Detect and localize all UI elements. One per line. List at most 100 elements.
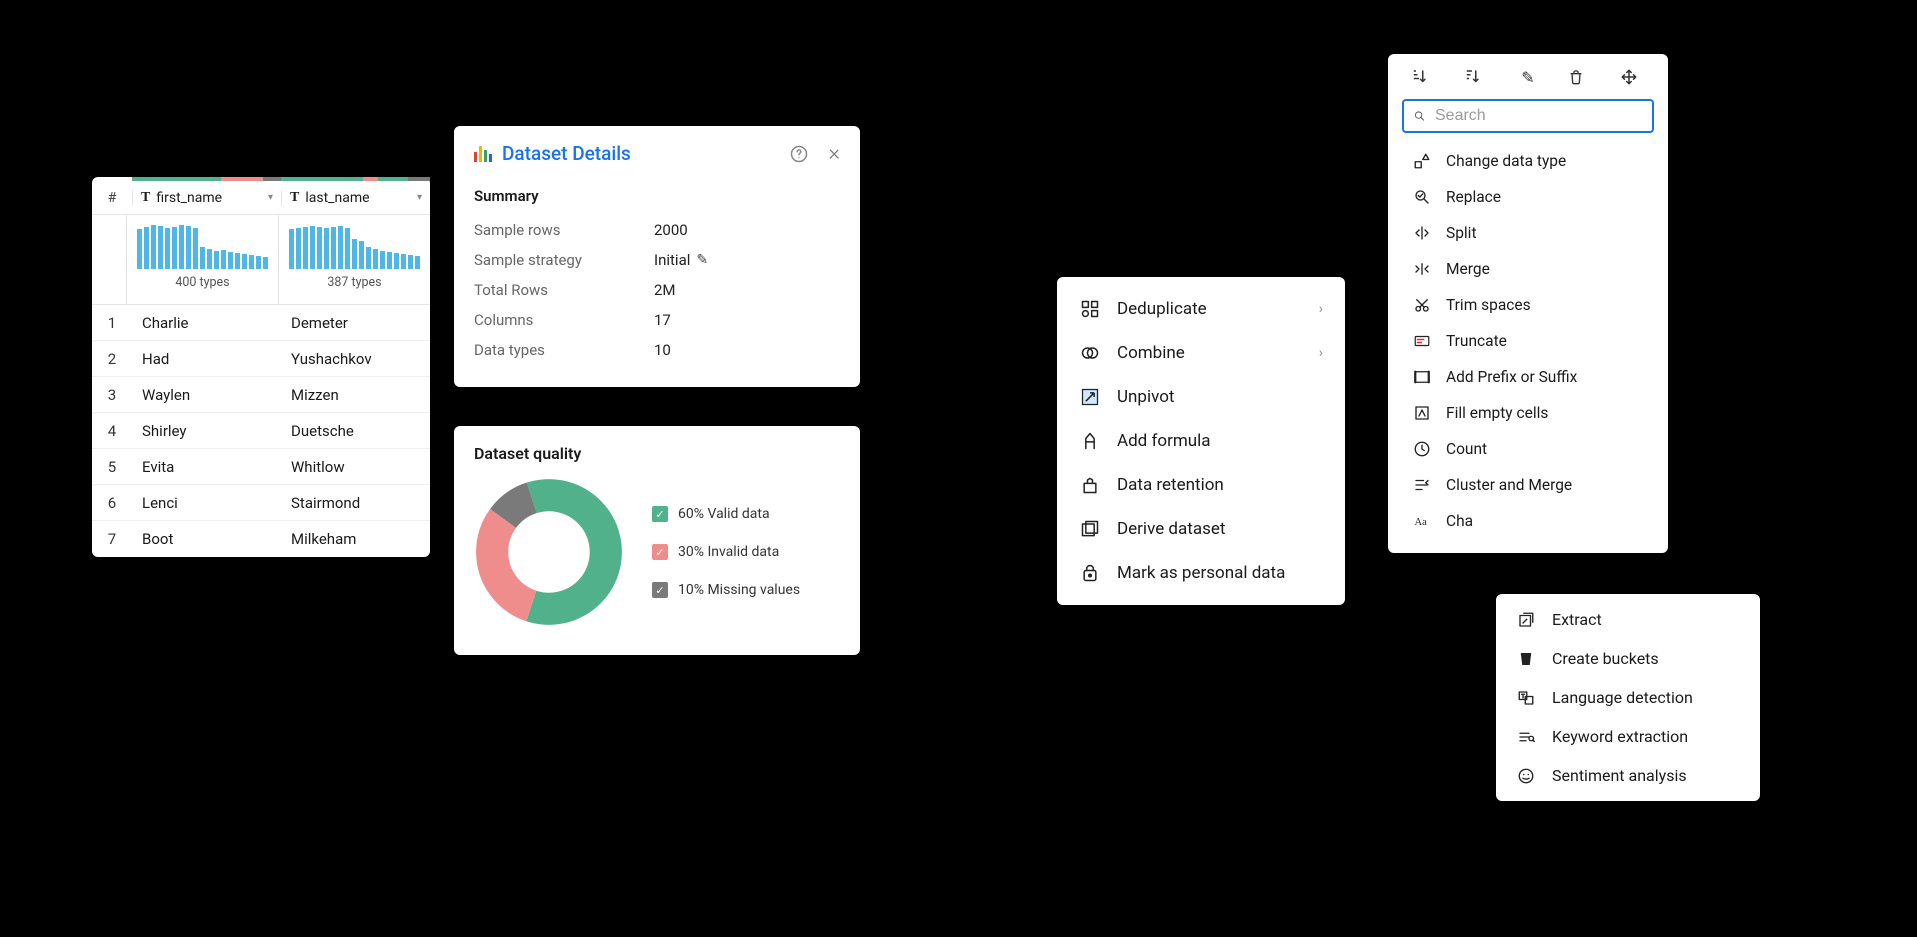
- submenu-item-label: Language detection: [1552, 688, 1740, 707]
- search-box[interactable]: [1402, 99, 1654, 133]
- quality-legend: ✓60% Valid data✓30% Invalid data✓10% Mis…: [652, 506, 800, 598]
- cell-first-name: Shirley: [132, 422, 281, 440]
- kv-sample-strategy: Sample strategy Initial ✎: [474, 245, 840, 275]
- tool-item-count[interactable]: Count: [1400, 431, 1656, 467]
- tool-item-label: Merge: [1446, 260, 1644, 278]
- row-number: 5: [92, 458, 132, 476]
- deduplicate-icon: [1079, 299, 1101, 319]
- tool-item-cha[interactable]: Aa Cha: [1400, 503, 1656, 539]
- legend-label: 30% Invalid data: [678, 544, 779, 560]
- cell-first-name: Lenci: [132, 494, 281, 512]
- tool-item-label: Truncate: [1446, 332, 1644, 350]
- tool-item-fill-empty-cells[interactable]: Fill empty cells: [1400, 395, 1656, 431]
- table-row[interactable]: 1CharlieDemeter: [92, 305, 430, 341]
- tool-item-label: Cha: [1446, 512, 1644, 530]
- count-icon: [1412, 440, 1432, 458]
- submenu-item-create-buckets[interactable]: Create buckets: [1496, 639, 1760, 678]
- chevron-down-icon[interactable]: ▾: [268, 192, 273, 203]
- replace-icon: [1412, 188, 1432, 206]
- cell-last-name: Yushachkov: [281, 350, 430, 368]
- transform-tools-panel: ✎ Change data type Replace Split Merge Trim …: [1388, 54, 1668, 553]
- row-number: 6: [92, 494, 132, 512]
- tool-item-replace[interactable]: Replace: [1400, 179, 1656, 215]
- submenu-item-extract[interactable]: Extract: [1496, 600, 1760, 639]
- row-number: 2: [92, 350, 132, 368]
- submenu-item-keyword-extraction[interactable]: Keyword extraction: [1496, 717, 1760, 756]
- menu-item-deduplicate[interactable]: Deduplicate›: [1057, 287, 1345, 331]
- combine-icon: [1079, 343, 1101, 363]
- cell-last-name: Mizzen: [281, 386, 430, 404]
- case-icon: Aa: [1412, 512, 1432, 530]
- trim-icon: [1412, 296, 1432, 314]
- transform-submenu: Extract Create buckets Language detection K…: [1496, 594, 1760, 801]
- submenu-item-label: Create buckets: [1552, 649, 1740, 668]
- table-row[interactable]: 2HadYushachkov: [92, 341, 430, 377]
- edit-icon[interactable]: ✎: [696, 252, 708, 268]
- checkbox-icon: ✓: [652, 582, 668, 598]
- menu-item-mark-as-personal-data[interactable]: Mark as personal data: [1057, 551, 1345, 595]
- cell-first-name: Charlie: [132, 314, 281, 332]
- kv-data-types: Data types 10: [474, 335, 840, 365]
- column-distribution-last-name: 387 types: [278, 215, 430, 304]
- tool-item-change-data-type[interactable]: Change data type: [1400, 143, 1656, 179]
- cluster-icon: [1412, 476, 1432, 494]
- kv-columns: Columns 17: [474, 305, 840, 335]
- tool-item-split[interactable]: Split: [1400, 215, 1656, 251]
- column-header-first-name[interactable]: T first_name ▾: [132, 190, 281, 206]
- sort-desc-icon[interactable]: [1463, 68, 1489, 87]
- menu-item-add-formula[interactable]: Add formula: [1057, 419, 1345, 463]
- checkbox-icon: ✓: [652, 544, 668, 560]
- edit-icon[interactable]: ✎: [1515, 68, 1541, 87]
- logo-icon: [474, 146, 492, 162]
- prefix-icon: [1412, 368, 1432, 386]
- merge-icon: [1412, 260, 1432, 278]
- menu-item-label: Deduplicate: [1117, 299, 1303, 319]
- close-icon[interactable]: ×: [828, 143, 840, 165]
- legend-item: ✓60% Valid data: [652, 506, 800, 522]
- unpivot-icon: [1079, 387, 1101, 407]
- table-row[interactable]: 6LenciStairmond: [92, 485, 430, 521]
- tool-item-label: Replace: [1446, 188, 1644, 206]
- legend-label: 60% Valid data: [678, 506, 770, 522]
- submenu-item-language-detection[interactable]: Language detection: [1496, 678, 1760, 717]
- table-row[interactable]: 5EvitaWhitlow: [92, 449, 430, 485]
- menu-item-data-retention[interactable]: Data retention: [1057, 463, 1345, 507]
- text-type-icon: T: [141, 190, 150, 206]
- search-icon: [1414, 107, 1425, 125]
- search-input[interactable]: [1435, 107, 1642, 125]
- menu-item-combine[interactable]: Combine›: [1057, 331, 1345, 375]
- quality-donut-chart: [474, 477, 624, 627]
- language-icon: [1516, 689, 1536, 707]
- submenu-item-sentiment-analysis[interactable]: Sentiment analysis: [1496, 756, 1760, 795]
- tool-item-merge[interactable]: Merge: [1400, 251, 1656, 287]
- cell-first-name: Evita: [132, 458, 281, 476]
- formula-icon: [1079, 431, 1101, 451]
- help-icon[interactable]: [790, 145, 808, 163]
- chevron-down-icon[interactable]: ▾: [417, 192, 422, 203]
- split-icon: [1412, 224, 1432, 242]
- buckets-icon: [1516, 650, 1536, 668]
- submenu-item-label: Keyword extraction: [1552, 727, 1740, 746]
- menu-item-label: Derive dataset: [1117, 519, 1323, 539]
- row-number: 7: [92, 530, 132, 548]
- tool-item-label: Split: [1446, 224, 1644, 242]
- column-header-last-name[interactable]: T last_name ▾: [281, 190, 430, 206]
- tool-item-truncate[interactable]: Truncate: [1400, 323, 1656, 359]
- svg-text:Aa: Aa: [1415, 517, 1428, 528]
- tool-item-label: Count: [1446, 440, 1644, 458]
- menu-item-derive-dataset[interactable]: Derive dataset: [1057, 507, 1345, 551]
- table-row[interactable]: 4ShirleyDuetsche: [92, 413, 430, 449]
- table-row[interactable]: 3WaylenMizzen: [92, 377, 430, 413]
- menu-item-label: Unpivot: [1117, 387, 1323, 407]
- tool-item-cluster-and-merge[interactable]: Cluster and Merge: [1400, 467, 1656, 503]
- menu-item-unpivot[interactable]: Unpivot: [1057, 375, 1345, 419]
- move-icon[interactable]: [1620, 68, 1646, 87]
- row-number: 4: [92, 422, 132, 440]
- tool-item-trim-spaces[interactable]: Trim spaces: [1400, 287, 1656, 323]
- tool-item-add-prefix-or-suffix[interactable]: Add Prefix or Suffix: [1400, 359, 1656, 395]
- tool-item-label: Trim spaces: [1446, 296, 1644, 314]
- table-row[interactable]: 7BootMilkeham: [92, 521, 430, 557]
- delete-icon[interactable]: [1568, 68, 1594, 87]
- types-count: 387 types: [327, 275, 381, 290]
- sort-asc-icon[interactable]: [1410, 68, 1436, 87]
